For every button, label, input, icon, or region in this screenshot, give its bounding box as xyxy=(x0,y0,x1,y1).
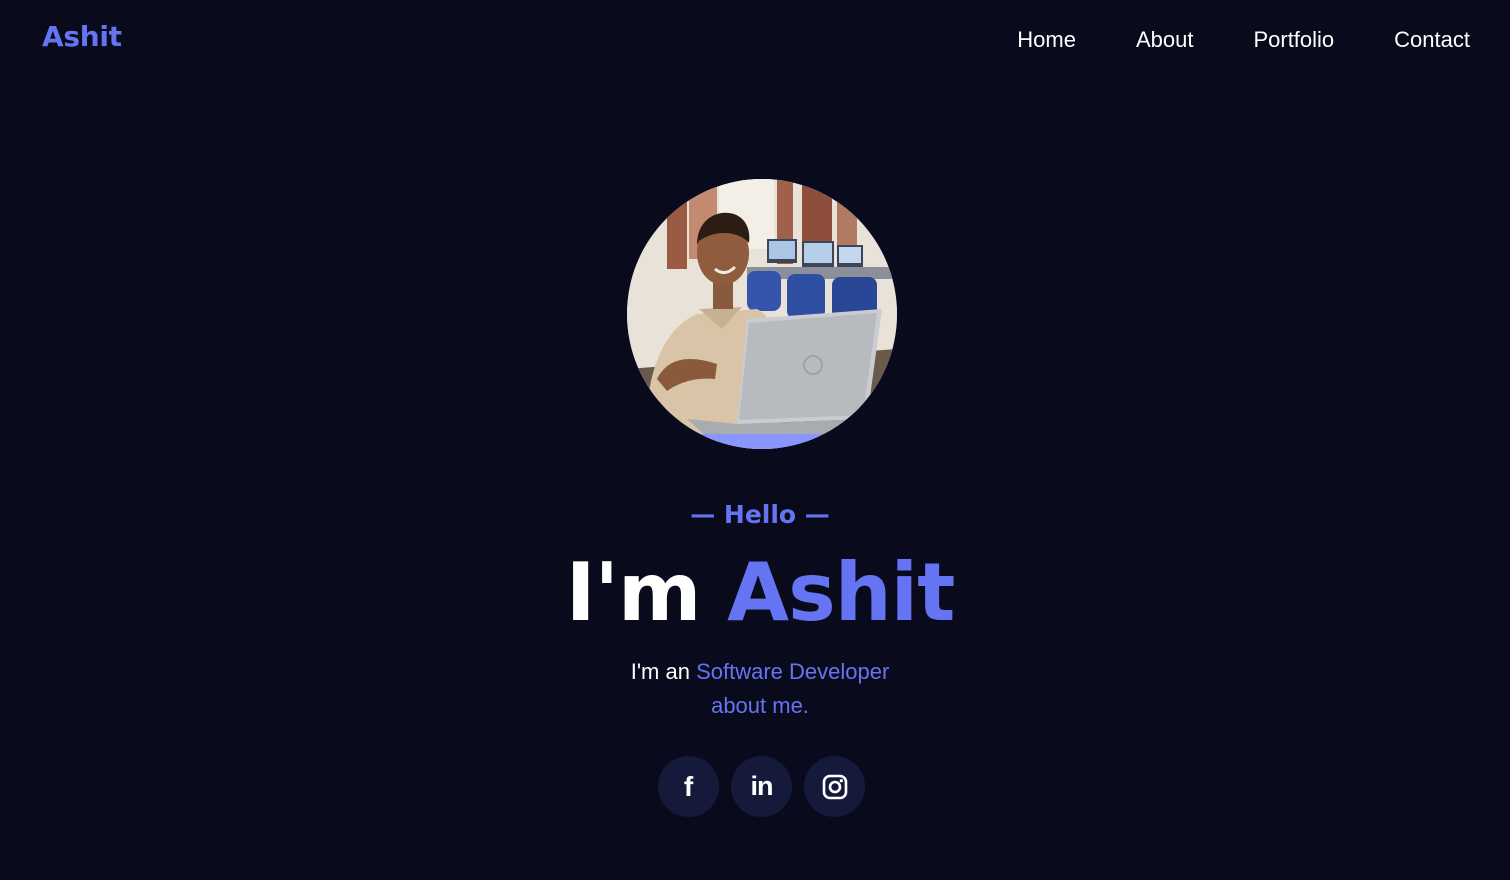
headline-name: Ashit xyxy=(727,546,955,639)
tagline-role: Software Developer xyxy=(696,659,890,684)
page: Ashit Home About Portfolio Contact — Hel… xyxy=(0,0,1510,880)
tagline-prefix: I'm an xyxy=(630,659,697,684)
nav-portfolio[interactable]: Portfolio xyxy=(1253,26,1334,54)
instagram-icon xyxy=(822,774,847,799)
logo[interactable]: Ashit xyxy=(42,20,122,53)
headline: I'm Ashit xyxy=(0,545,1510,641)
main-nav: Home About Portfolio Contact xyxy=(1017,26,1470,54)
nav-contact[interactable]: Contact xyxy=(1394,26,1470,54)
headline-prefix: I'm xyxy=(565,546,728,639)
linkedin-icon: in xyxy=(750,771,774,801)
social-links: f in xyxy=(658,756,865,817)
instagram-button[interactable] xyxy=(804,756,865,817)
facebook-button[interactable]: f xyxy=(658,756,719,817)
tagline: I'm an Software Developer about me. xyxy=(0,655,1510,723)
profile-photo xyxy=(627,179,897,449)
nav-about[interactable]: About xyxy=(1136,26,1194,54)
profile-photo-illustration xyxy=(627,179,897,449)
greeting: — Hello — xyxy=(690,500,830,529)
nav-home[interactable]: Home xyxy=(1017,26,1076,54)
facebook-icon: f xyxy=(683,770,694,802)
tagline-about: about me. xyxy=(711,693,809,718)
linkedin-button[interactable]: in xyxy=(731,756,792,817)
